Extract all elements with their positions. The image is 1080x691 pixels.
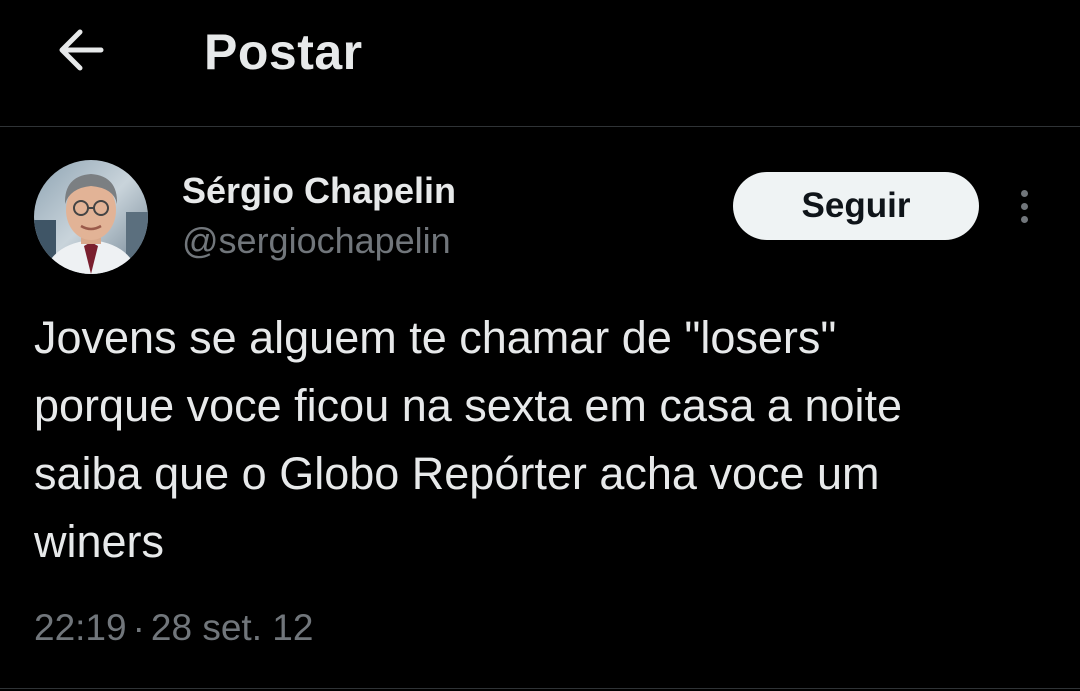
bottom-divider <box>0 688 1080 689</box>
post-timestamp: 22:19 · 28 set. 12 <box>34 606 313 650</box>
follow-button[interactable]: Seguir <box>733 172 979 240</box>
vertical-ellipsis-icon <box>1020 189 1028 223</box>
header-divider <box>0 126 1080 127</box>
post-time[interactable]: 22:19 <box>34 607 127 648</box>
more-options-button[interactable] <box>1000 180 1048 232</box>
meta-separator: · <box>132 607 145 648</box>
post-date[interactable]: 28 set. 12 <box>151 607 314 648</box>
top-bar: Postar <box>0 0 1080 126</box>
avatar[interactable] <box>34 160 148 274</box>
page-title: Postar <box>204 24 363 80</box>
author-handle[interactable]: @sergiochapelin <box>182 220 451 262</box>
arrow-left-icon <box>55 27 105 78</box>
author-name[interactable]: Sérgio Chapelin <box>182 170 456 212</box>
back-button[interactable] <box>48 20 112 84</box>
post-text: Jovens se alguem te chamar de "losers" p… <box>34 312 903 567</box>
